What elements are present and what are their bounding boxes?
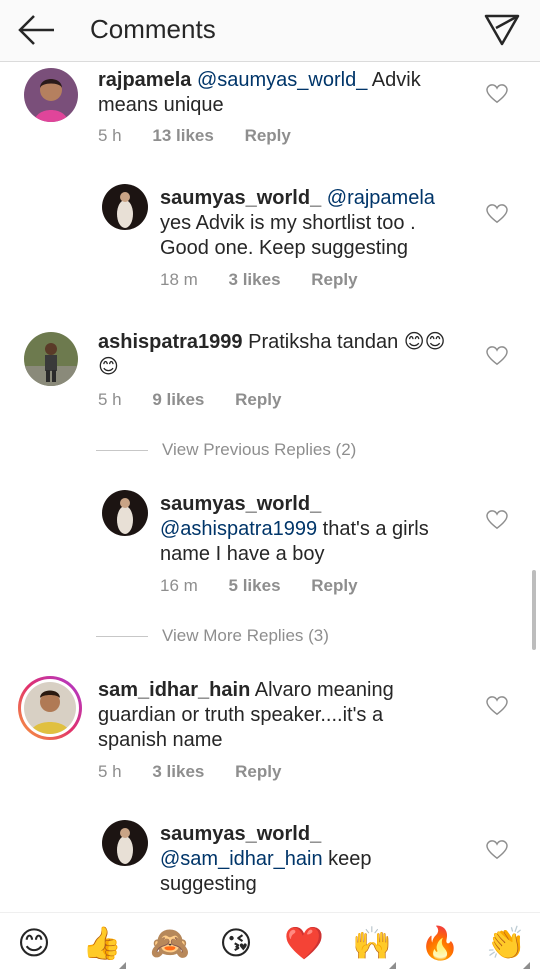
header-bar: Comments — [0, 0, 540, 62]
comment-body: Good one. Keep suggesting — [160, 237, 408, 259]
comment-time: 18 m — [160, 270, 198, 289]
comment-text: rajpamela @saumyas_world_ Advik means un… — [98, 68, 468, 118]
reply-button[interactable]: Reply — [235, 762, 281, 781]
comment-emoji: 😊😊 — [403, 331, 446, 353]
comment-text: saumyas_world_ @rajpamela yes Advik is m… — [160, 186, 480, 261]
comment-meta: 16 m 5 likes Reply — [160, 576, 384, 596]
comment-likes[interactable]: 9 likes — [152, 390, 204, 409]
comment-body: Alvaro meaning — [250, 679, 394, 701]
thumbs-up-emoji: 👍 — [82, 925, 122, 961]
comment-text: saumyas_world_ @sam_idhar_hain keep sugg… — [160, 822, 480, 897]
comment-meta: 5 h 3 likes Reply — [98, 762, 307, 782]
like-heart-icon[interactable] — [486, 84, 508, 104]
comment-text: ashispatra1999 Pratiksha tandan 😊😊 😊 — [98, 330, 478, 380]
comment-body: Advik — [367, 69, 421, 91]
reply-button[interactable]: Reply — [245, 126, 291, 145]
like-heart-icon[interactable] — [486, 696, 508, 716]
like-heart-icon[interactable] — [486, 840, 508, 860]
comment-meta: 18 m 3 likes Reply — [160, 270, 384, 290]
emoji-variants-indicator-icon — [389, 962, 396, 969]
comment-body: means unique — [98, 94, 224, 116]
kiss-emoji-button[interactable]: 😘 — [214, 923, 258, 963]
comment-username[interactable]: ashispatra1999 — [98, 331, 243, 353]
direct-send-icon[interactable] — [482, 10, 522, 50]
comment-username[interactable]: saumyas_world_ — [160, 823, 321, 845]
like-heart-icon[interactable] — [486, 346, 508, 366]
comment-username[interactable]: saumyas_world_ — [160, 187, 321, 209]
fire-emoji-button[interactable]: 🔥 — [418, 923, 462, 963]
emoji-quick-bar: 😊 👍 🙈 😘 ❤️ 🙌 🔥 👏 — [0, 912, 540, 978]
heart-emoji-button[interactable]: ❤️ — [282, 923, 326, 963]
comment-body: name I have a boy — [160, 543, 325, 565]
view-more-replies-label[interactable]: View More Replies (3) — [162, 626, 329, 645]
raised-hands-emoji: 🙌 — [352, 925, 392, 961]
scrollbar[interactable] — [532, 570, 536, 650]
like-heart-icon[interactable] — [486, 510, 508, 530]
comment-text: saumyas_world_ @ashispatra1999 that's a … — [160, 492, 480, 567]
comment-meta: 5 h 9 likes Reply — [98, 390, 307, 410]
reply-button[interactable]: Reply — [235, 390, 281, 409]
view-previous-replies[interactable]: View Previous Replies (2) — [96, 440, 356, 460]
avatar[interactable] — [102, 820, 148, 866]
emoji-variants-indicator-icon — [119, 962, 126, 969]
comment-text: sam_idhar_hain Alvaro meaning guardian o… — [98, 678, 468, 753]
comment-body: that's a girls — [317, 518, 429, 540]
back-arrow-icon[interactable] — [14, 10, 58, 50]
comment-body: keep — [322, 848, 372, 870]
comment-mention[interactable]: @rajpamela — [327, 187, 435, 209]
comment-body: Pratiksha tandan — [248, 331, 399, 353]
view-previous-replies-label[interactable]: View Previous Replies (2) — [162, 440, 356, 459]
see-no-evil-emoji-button[interactable]: 🙈 — [148, 923, 192, 963]
comment-body: guardian or truth speaker....it's a — [98, 704, 384, 726]
divider — [96, 636, 148, 638]
avatar[interactable] — [102, 184, 148, 230]
avatar[interactable] — [102, 490, 148, 536]
avatar[interactable] — [24, 332, 78, 386]
page-title: Comments — [90, 14, 216, 44]
avatar[interactable] — [24, 68, 78, 122]
emoji-variants-indicator-icon — [523, 962, 530, 969]
comment-body: suggesting — [160, 873, 257, 895]
comment-likes[interactable]: 13 likes — [152, 126, 213, 145]
comment-body: yes Advik is my shortlist too . — [160, 212, 416, 234]
thumbs-up-emoji-button[interactable]: 👍 — [80, 923, 126, 969]
reply-button[interactable]: Reply — [311, 270, 357, 289]
raised-hands-emoji-button[interactable]: 🙌 — [350, 923, 396, 969]
comment-meta: 5 h 13 likes Reply — [98, 126, 317, 146]
comment-body: spanish name — [98, 729, 223, 751]
comment-mention[interactable]: @sam_idhar_hain — [160, 848, 323, 870]
comment-username[interactable]: sam_idhar_hain — [98, 679, 250, 701]
like-heart-icon[interactable] — [486, 204, 508, 224]
comment-mention[interactable]: @saumyas_world_ — [197, 69, 367, 91]
comment-likes[interactable]: 3 likes — [229, 270, 281, 289]
comment-time: 16 m — [160, 576, 198, 595]
comment-likes[interactable]: 5 likes — [229, 576, 281, 595]
comment-likes[interactable]: 3 likes — [152, 762, 204, 781]
comment-time: 5 h — [98, 390, 122, 409]
comment-username[interactable]: rajpamela — [98, 69, 191, 91]
divider — [96, 450, 148, 452]
comment-emoji: 😊 — [98, 356, 119, 378]
reply-button[interactable]: Reply — [311, 576, 357, 595]
view-more-replies[interactable]: View More Replies (3) — [96, 626, 329, 646]
comment-time: 5 h — [98, 762, 122, 781]
clapping-emoji: 👏 — [486, 925, 526, 961]
smile-emoji-button[interactable]: 😊 — [12, 923, 56, 963]
comment-username[interactable]: saumyas_world_ — [160, 493, 321, 515]
comment-time: 5 h — [98, 126, 122, 145]
clapping-emoji-button[interactable]: 👏 — [484, 923, 530, 969]
avatar[interactable] — [18, 676, 82, 740]
comment-mention[interactable]: @ashispatra1999 — [160, 518, 317, 540]
